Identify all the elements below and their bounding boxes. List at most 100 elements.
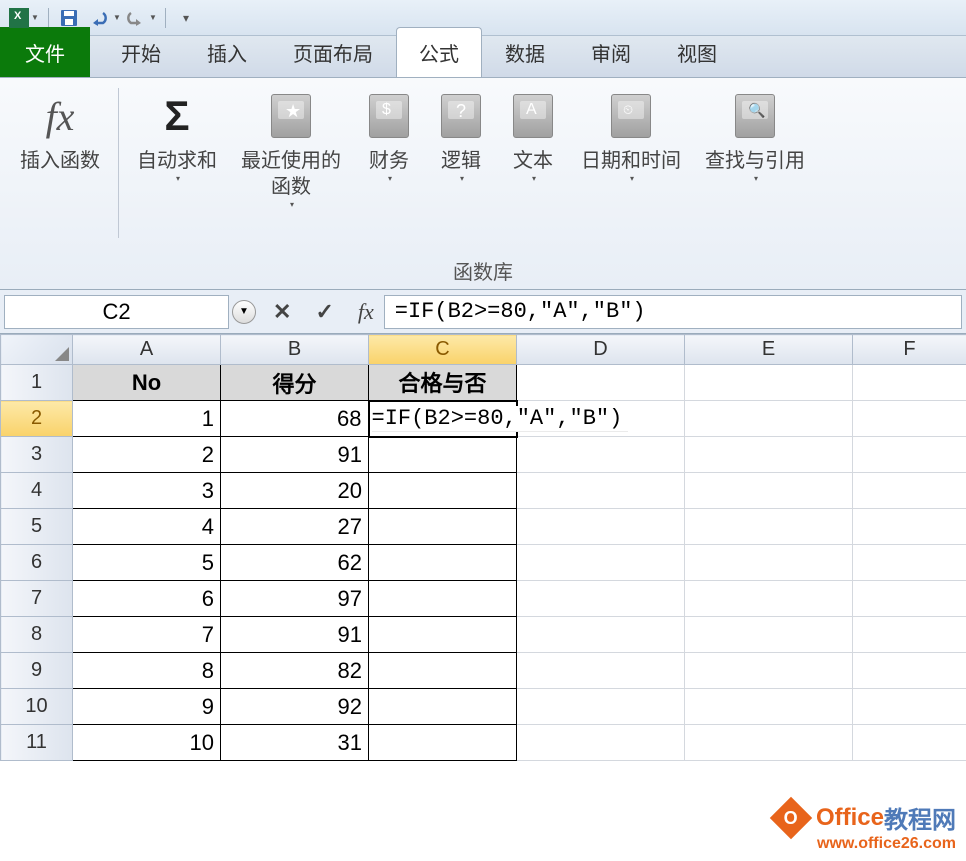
tab-review[interactable]: 审阅 [568, 27, 654, 77]
cell[interactable] [685, 581, 853, 617]
cell[interactable] [685, 365, 853, 401]
cell[interactable] [853, 725, 966, 761]
tab-insert[interactable]: 插入 [184, 27, 270, 77]
recently-used-button[interactable]: ★ 最近使用的 函数 ▾ [229, 88, 353, 213]
cell[interactable] [517, 545, 685, 581]
cell[interactable] [369, 437, 517, 473]
col-header-e[interactable]: E [685, 335, 853, 365]
fx-button[interactable]: fx [352, 299, 380, 325]
enter-button[interactable]: ✓ [309, 299, 339, 325]
cell[interactable] [369, 653, 517, 689]
cell[interactable] [685, 401, 853, 437]
cell[interactable] [853, 473, 966, 509]
tab-home[interactable]: 开始 [98, 27, 184, 77]
cell[interactable]: 91 [221, 437, 369, 473]
cell[interactable]: 4 [73, 509, 221, 545]
row-header[interactable]: 5 [1, 509, 73, 545]
cell[interactable] [517, 617, 685, 653]
cell[interactable] [369, 617, 517, 653]
name-box[interactable]: C2 ▼ [4, 295, 229, 329]
row-header[interactable]: 7 [1, 581, 73, 617]
cell[interactable] [685, 689, 853, 725]
cell[interactable]: 97 [221, 581, 369, 617]
formula-input[interactable]: =IF(B2>=80,"A","B") [384, 295, 962, 329]
tab-formulas[interactable]: 公式 [396, 27, 482, 77]
cell[interactable] [517, 437, 685, 473]
cell[interactable] [369, 725, 517, 761]
cell[interactable] [685, 509, 853, 545]
cell[interactable]: 31 [221, 725, 369, 761]
cell[interactable] [369, 545, 517, 581]
cell[interactable] [853, 401, 966, 437]
cell[interactable] [853, 545, 966, 581]
tab-page-layout[interactable]: 页面布局 [270, 27, 396, 77]
cell[interactable] [685, 473, 853, 509]
cell[interactable]: 91 [221, 617, 369, 653]
cell[interactable] [369, 689, 517, 725]
cell[interactable]: 1 [73, 401, 221, 437]
col-header-a[interactable]: A [73, 335, 221, 365]
insert-function-button[interactable]: fx 插入函数 [8, 88, 112, 178]
cell[interactable] [517, 689, 685, 725]
tab-data[interactable]: 数据 [482, 27, 568, 77]
datetime-button[interactable]: ⏲ 日期和时间 ▾ [569, 88, 693, 187]
row-header[interactable]: 10 [1, 689, 73, 725]
cell[interactable]: 92 [221, 689, 369, 725]
cell[interactable] [685, 653, 853, 689]
cell[interactable] [853, 581, 966, 617]
cell[interactable]: 27 [221, 509, 369, 545]
row-header[interactable]: 9 [1, 653, 73, 689]
cell[interactable]: 6 [73, 581, 221, 617]
col-header-c[interactable]: C [369, 335, 517, 365]
lookup-button[interactable]: 🔍 查找与引用 ▾ [693, 88, 817, 187]
cell[interactable] [685, 545, 853, 581]
row-header[interactable]: 1 [1, 365, 73, 401]
cell[interactable]: 68 [221, 401, 369, 437]
cell[interactable]: 5 [73, 545, 221, 581]
select-all-corner[interactable] [1, 335, 73, 365]
row-header[interactable]: 11 [1, 725, 73, 761]
cell[interactable] [369, 509, 517, 545]
cell[interactable] [685, 725, 853, 761]
cell[interactable]: 9 [73, 689, 221, 725]
cancel-button[interactable]: ✕ [267, 299, 297, 325]
col-header-d[interactable]: D [517, 335, 685, 365]
row-header[interactable]: 3 [1, 437, 73, 473]
cell[interactable] [517, 509, 685, 545]
cell[interactable]: 7 [73, 617, 221, 653]
cell[interactable] [853, 437, 966, 473]
row-header[interactable]: 8 [1, 617, 73, 653]
tab-file[interactable]: 文件 [0, 27, 90, 77]
cell[interactable] [853, 653, 966, 689]
autosum-button[interactable]: Σ 自动求和 ▾ [125, 88, 229, 187]
cell[interactable] [685, 437, 853, 473]
name-box-dropdown[interactable]: ▼ [232, 300, 256, 324]
cell[interactable] [853, 617, 966, 653]
text-button[interactable]: A 文本 ▾ [497, 88, 569, 187]
cell[interactable]: 10 [73, 725, 221, 761]
financial-button[interactable]: $ 财务 ▾ [353, 88, 425, 187]
cell[interactable]: 合格与否 [369, 365, 517, 401]
cell[interactable] [517, 473, 685, 509]
tab-view[interactable]: 视图 [654, 27, 740, 77]
cell[interactable] [853, 365, 966, 401]
cell[interactable] [517, 581, 685, 617]
logical-button[interactable]: ? 逻辑 ▾ [425, 88, 497, 187]
cell[interactable]: 20 [221, 473, 369, 509]
row-header[interactable]: 4 [1, 473, 73, 509]
row-header[interactable]: 6 [1, 545, 73, 581]
cell[interactable] [685, 617, 853, 653]
cell[interactable]: No [73, 365, 221, 401]
cell[interactable] [517, 725, 685, 761]
cell[interactable] [517, 365, 685, 401]
cell[interactable] [369, 473, 517, 509]
cell[interactable]: 62 [221, 545, 369, 581]
col-header-b[interactable]: B [221, 335, 369, 365]
cell[interactable]: 3 [73, 473, 221, 509]
cell[interactable] [853, 509, 966, 545]
cell[interactable] [369, 581, 517, 617]
col-header-f[interactable]: F [853, 335, 966, 365]
cell[interactable]: 82 [221, 653, 369, 689]
row-header[interactable]: 2 [1, 401, 73, 437]
cell[interactable] [517, 653, 685, 689]
